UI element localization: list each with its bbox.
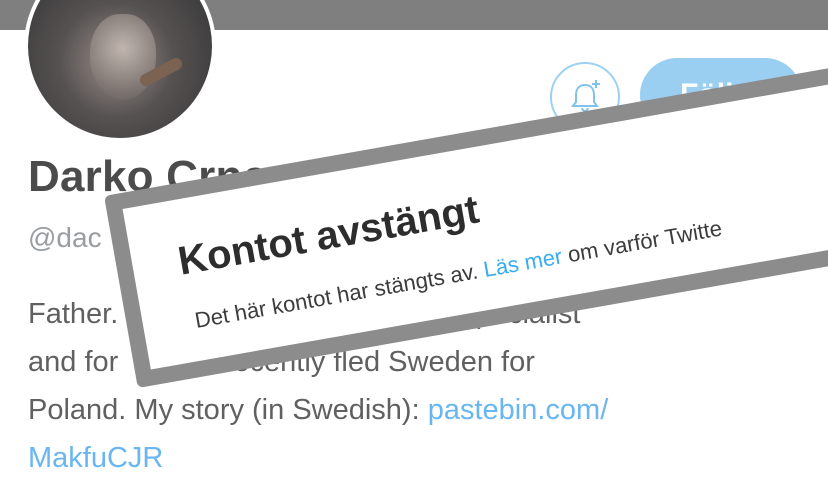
profile-handle: @dac xyxy=(28,222,102,253)
avatar-face xyxy=(90,14,156,100)
bio-line-1: Father. xyxy=(28,298,119,330)
bio-line-2: and for xyxy=(28,346,119,378)
avatar-photo xyxy=(28,0,212,138)
bio-link-continued[interactable]: MakfuCJR xyxy=(28,442,163,474)
bio-line-3: Poland. My story (in Swedish): xyxy=(28,394,428,426)
bio-link[interactable]: pastebin.com/ xyxy=(428,394,609,426)
suspended-message-suffix: om varför Twitte xyxy=(559,215,724,269)
avatar[interactable] xyxy=(24,0,216,142)
read-more-link[interactable]: Läs mer xyxy=(481,244,564,282)
